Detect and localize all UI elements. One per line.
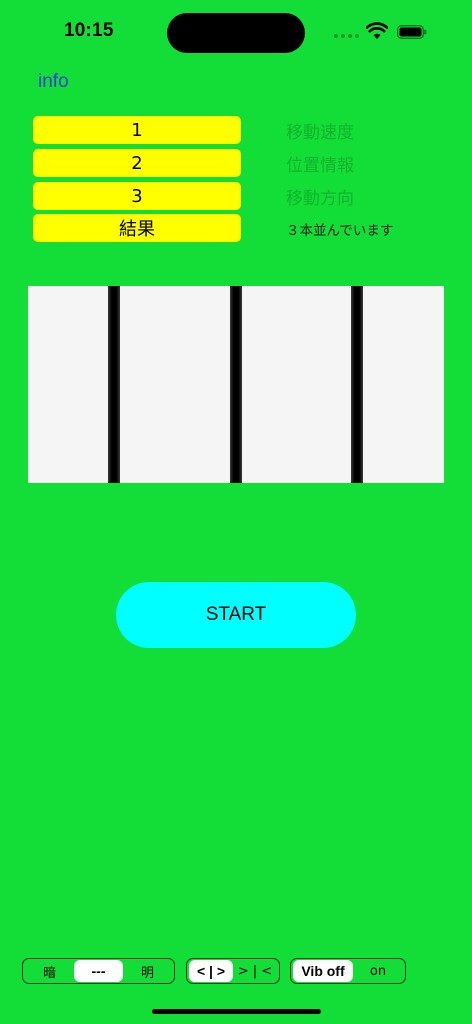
home-indicator xyxy=(152,1009,321,1014)
info-label-direction: 移動方向 xyxy=(286,189,354,209)
button-3[interactable]: 3 xyxy=(33,182,241,210)
brightness-bright-option[interactable]: 明 xyxy=(123,960,172,982)
result-button[interactable]: 結果 xyxy=(33,214,241,242)
vertical-bar-1 xyxy=(108,286,120,483)
vibration-on-option[interactable]: on xyxy=(353,960,403,982)
vibration-off-option[interactable]: Vib off xyxy=(293,960,353,982)
button-2[interactable]: 2 xyxy=(33,149,241,177)
brightness-dark-option[interactable]: 暗 xyxy=(25,960,74,982)
info-label-speed: 移動速度 xyxy=(286,123,354,143)
info-label-position: 位置情報 xyxy=(286,156,354,176)
vertical-bar-3 xyxy=(351,286,363,483)
battery-icon xyxy=(397,25,427,39)
info-link[interactable]: info xyxy=(38,71,69,93)
result-label: ３本並んでいます xyxy=(286,223,394,239)
direction-segmented-control: < | > > | < xyxy=(186,958,280,984)
vertical-bar-2 xyxy=(230,286,242,483)
status-time: 10:15 xyxy=(64,20,114,41)
bar-display-panel xyxy=(28,286,444,483)
brightness-neutral-option[interactable]: --- xyxy=(74,960,123,982)
cellular-signal-icon xyxy=(334,34,359,38)
dynamic-island xyxy=(167,13,305,53)
start-button[interactable]: START xyxy=(116,582,356,648)
vibration-segmented-control: Vib off on xyxy=(290,958,406,984)
direction-outward-option[interactable]: < | > xyxy=(189,960,233,982)
wifi-icon xyxy=(366,22,388,39)
brightness-segmented-control: 暗 --- 明 xyxy=(22,958,175,984)
button-1[interactable]: 1 xyxy=(33,116,241,144)
direction-inward-option[interactable]: > | < xyxy=(233,960,277,982)
